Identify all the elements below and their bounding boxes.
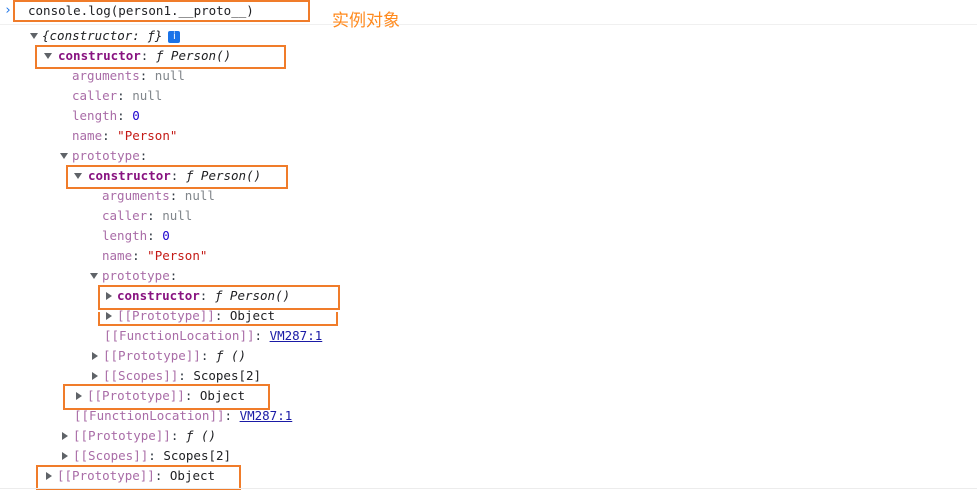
property-value: "Person": [117, 128, 178, 143]
property-key: caller: [72, 88, 118, 103]
constructor-key: constructor: [117, 288, 200, 303]
property-value: null: [162, 208, 193, 223]
collapse-triangle-icon[interactable]: [60, 446, 70, 466]
property-row: caller: null: [72, 88, 163, 103]
source-link[interactable]: VM287:1: [240, 408, 293, 423]
tree-root[interactable]: {constructor: ƒ} i: [30, 26, 181, 46]
property-key: arguments: [72, 68, 140, 83]
internal-value: (): [230, 348, 247, 363]
property-key: length: [102, 228, 148, 243]
prototype-internal-row[interactable]: [[Prototype]]: Object: [104, 306, 275, 326]
prototype-internal-row[interactable]: [[Prototype]]: Object: [74, 386, 245, 406]
collapse-triangle-icon[interactable]: [90, 346, 100, 366]
expand-triangle-icon[interactable]: [60, 146, 70, 166]
constructor-key: constructor: [58, 48, 141, 63]
collapse-triangle-icon[interactable]: [104, 306, 114, 326]
constructor-value: Person(): [170, 48, 232, 63]
prototype-row[interactable]: prototype:: [90, 266, 177, 286]
fn-prefix: ƒ: [155, 48, 164, 63]
constructor-row[interactable]: constructor: ƒ Person(): [44, 46, 231, 66]
internal-key: [[Prototype]]: [73, 428, 171, 443]
property-value: 0: [132, 108, 140, 123]
collapse-triangle-icon[interactable]: [44, 466, 54, 486]
constructor-value: Person(): [229, 288, 291, 303]
expand-triangle-icon[interactable]: [90, 266, 100, 286]
property-value: null: [132, 88, 163, 103]
function-location-row: [[FunctionLocation]]: VM287:1: [74, 408, 293, 423]
collapse-triangle-icon[interactable]: [90, 366, 100, 386]
prototype-internal-row[interactable]: [[Prototype]]: ƒ (): [90, 346, 246, 366]
constructor-key: constructor: [88, 168, 171, 183]
constructor-value: Person(): [200, 168, 262, 183]
property-row: length: 0: [72, 108, 140, 123]
command-text: console.log(person1.__proto__): [28, 3, 254, 18]
prototype-key: prototype: [102, 268, 170, 283]
property-key: name: [72, 128, 103, 143]
info-icon[interactable]: i: [168, 31, 181, 43]
property-key: length: [72, 108, 118, 123]
internal-key: [[FunctionLocation]]: [74, 408, 225, 423]
property-value: null: [184, 188, 215, 203]
fn-prefix: ƒ: [215, 348, 224, 363]
property-row: length: 0: [102, 228, 170, 243]
property-value: 0: [162, 228, 170, 243]
internal-value: Scopes[2]: [163, 448, 232, 463]
constructor-row[interactable]: constructor: ƒ Person(): [74, 166, 261, 186]
property-key: arguments: [102, 188, 170, 203]
constructor-row[interactable]: constructor: ƒ Person(): [104, 286, 290, 306]
prototype-internal-row[interactable]: [[Prototype]]: ƒ (): [60, 426, 216, 446]
internal-key: [[Scopes]]: [103, 368, 179, 383]
fn-prefix: ƒ: [185, 428, 194, 443]
fn-prefix: ƒ: [185, 168, 194, 183]
internal-key: [[Prototype]]: [57, 468, 155, 483]
fn-prefix: ƒ: [214, 288, 223, 303]
internal-value: Object: [199, 388, 246, 403]
prototype-row[interactable]: prototype:: [60, 146, 147, 166]
internal-value: (): [200, 428, 217, 443]
internal-key: [[Prototype]]: [103, 348, 201, 363]
scopes-row[interactable]: [[Scopes]]: Scopes[2]: [60, 446, 231, 466]
root-label: {constructor: ƒ}: [42, 28, 163, 43]
internal-key: [[Scopes]]: [73, 448, 149, 463]
internal-key: [[Prototype]]: [87, 388, 185, 403]
expand-triangle-icon[interactable]: [30, 26, 40, 46]
property-key: caller: [102, 208, 148, 223]
property-row: name: "Person": [102, 248, 208, 263]
scopes-row[interactable]: [[Scopes]]: Scopes[2]: [90, 366, 261, 386]
expand-triangle-icon[interactable]: [44, 46, 54, 66]
internal-key: [[Prototype]]: [117, 308, 215, 323]
collapse-triangle-icon[interactable]: [104, 286, 114, 306]
internal-value: Scopes[2]: [193, 368, 262, 383]
function-location-row: [[FunctionLocation]]: VM287:1: [104, 328, 323, 343]
divider: [0, 488, 977, 489]
internal-key: [[FunctionLocation]]: [104, 328, 255, 343]
annotation-label: 实例对象: [332, 11, 400, 31]
collapse-triangle-icon[interactable]: [74, 386, 84, 406]
expand-triangle-icon[interactable]: [74, 166, 84, 186]
prototype-internal-row[interactable]: [[Prototype]]: Object: [44, 466, 215, 486]
internal-value: Object: [169, 468, 216, 483]
chevron-right-icon: ›: [4, 3, 12, 18]
internal-value: Object: [229, 308, 276, 323]
prototype-key: prototype: [72, 148, 140, 163]
property-value: "Person": [147, 248, 208, 263]
property-row: caller: null: [102, 208, 193, 223]
property-row: name: "Person": [72, 128, 178, 143]
property-value: null: [154, 68, 185, 83]
source-link[interactable]: VM287:1: [270, 328, 323, 343]
property-row: arguments: null: [102, 188, 215, 203]
property-key: name: [102, 248, 133, 263]
console-command-line[interactable]: › console.log(person1.__proto__): [0, 0, 977, 25]
property-row: arguments: null: [72, 68, 185, 83]
collapse-triangle-icon[interactable]: [60, 426, 70, 446]
